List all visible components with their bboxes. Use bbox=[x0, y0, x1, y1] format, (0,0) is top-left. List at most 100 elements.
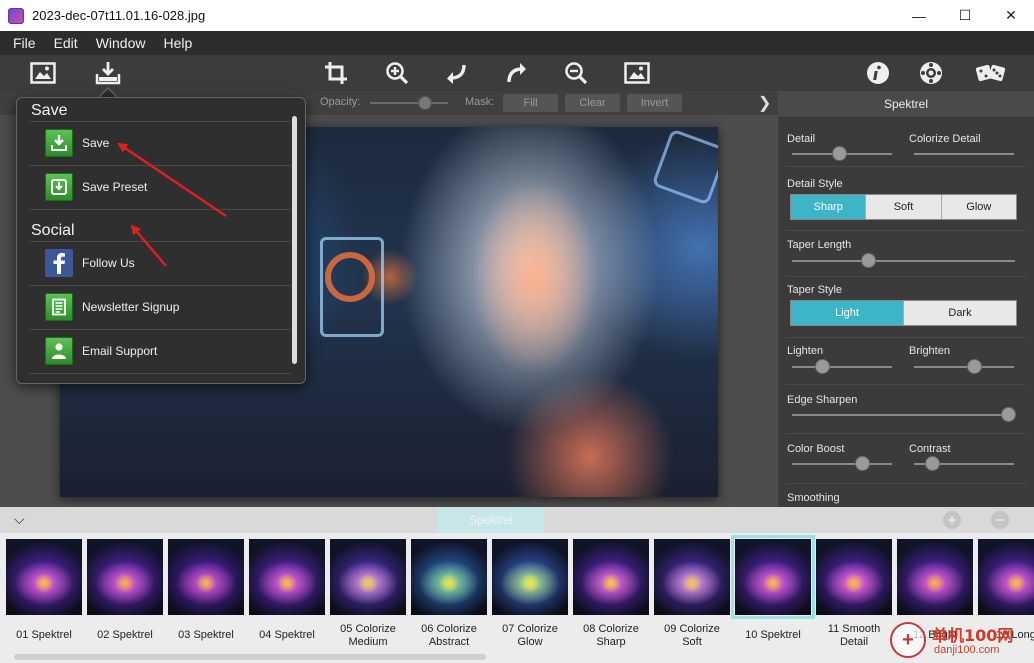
preset-thumbnail[interactable] bbox=[87, 539, 163, 615]
preset-caption: 11 Smooth Detail bbox=[814, 623, 894, 649]
detail-slider-knob[interactable] bbox=[832, 146, 847, 161]
preset-tab-spektrel[interactable]: Spektrel bbox=[438, 507, 544, 533]
settings-panel: Detail Colorize Detail Detail Style Shar… bbox=[778, 118, 1034, 507]
edge-sharpen-slider[interactable] bbox=[792, 414, 1015, 416]
opacity-slider-knob[interactable] bbox=[417, 96, 432, 110]
preset-thumbnail[interactable] bbox=[492, 539, 568, 615]
detail-style-selector: Sharp Soft Glow bbox=[790, 194, 1017, 220]
minimize-button[interactable]: — bbox=[896, 0, 942, 31]
save-icon[interactable] bbox=[94, 59, 122, 87]
preset-thumbnail[interactable] bbox=[249, 539, 325, 615]
zoom-out-icon[interactable] bbox=[562, 59, 590, 87]
preset-thumbnail[interactable] bbox=[411, 539, 487, 615]
preset-caption-line1: 07 Colorize bbox=[502, 623, 558, 635]
close-button[interactable]: ✕ bbox=[988, 0, 1034, 31]
lighten-slider[interactable] bbox=[792, 366, 892, 368]
menu-help[interactable]: Help bbox=[154, 35, 201, 51]
save-preset-icon bbox=[45, 173, 73, 201]
colorize-detail-slider[interactable] bbox=[914, 153, 1014, 155]
menu-bar: File Edit Window Help bbox=[0, 31, 1034, 55]
detail-style-soft[interactable]: Soft bbox=[866, 195, 942, 219]
opacity-label: Opacity: bbox=[320, 96, 361, 108]
menu-newsletter-signup[interactable]: Newsletter Signup bbox=[45, 285, 291, 329]
taper-style-dark[interactable]: Dark bbox=[904, 301, 1016, 325]
preset-caption: 02 Spektrel bbox=[85, 629, 165, 642]
preset-thumbnail[interactable] bbox=[731, 535, 815, 619]
taper-length-slider-knob[interactable] bbox=[860, 253, 876, 268]
brighten-slider[interactable] bbox=[914, 366, 1014, 368]
info-icon[interactable] bbox=[864, 59, 892, 87]
mask-label: Mask: bbox=[465, 96, 495, 108]
open-image-icon[interactable] bbox=[29, 59, 57, 87]
taper-length-label: Taper Length bbox=[787, 239, 852, 251]
preset-thumbnail[interactable] bbox=[897, 539, 973, 615]
popup-scrollbar[interactable] bbox=[292, 116, 297, 364]
mask-fill-button[interactable]: Fill bbox=[503, 94, 558, 112]
settings-icon[interactable] bbox=[917, 59, 945, 87]
toolbar bbox=[0, 55, 1034, 91]
preset-caption-line1: 11 Smooth bbox=[827, 623, 881, 635]
edge-sharpen-slider-knob[interactable] bbox=[1001, 407, 1017, 422]
menu-save[interactable]: Save bbox=[45, 121, 291, 165]
maximize-button[interactable]: ☐ bbox=[942, 0, 988, 31]
undo-icon[interactable] bbox=[442, 59, 470, 87]
preset-caption-line1: 10 Spektrel bbox=[745, 629, 801, 641]
taper-style-selector: Light Dark bbox=[790, 300, 1017, 326]
person-icon bbox=[45, 337, 73, 365]
preset-caption-line2: Abstract bbox=[428, 636, 470, 648]
color-boost-slider[interactable] bbox=[792, 463, 892, 465]
fit-image-icon[interactable] bbox=[623, 59, 651, 87]
preset-caption-line1: 04 Spektrel bbox=[259, 629, 315, 641]
taper-length-slider[interactable] bbox=[792, 260, 1015, 262]
menu-save-preset-label: Save Preset bbox=[82, 180, 148, 194]
preset-caption: 04 Spektrel bbox=[247, 629, 327, 642]
preset-thumbnail[interactable] bbox=[654, 539, 730, 615]
preset-thumbnail[interactable] bbox=[6, 539, 82, 615]
remove-preset-button[interactable]: − bbox=[991, 511, 1009, 529]
watermark-mark: + bbox=[890, 622, 926, 658]
chevron-down-icon[interactable]: ⌵ bbox=[14, 511, 25, 528]
preset-caption-line2: Sharp bbox=[596, 636, 626, 648]
newsletter-icon bbox=[45, 293, 73, 321]
preset-thumbnail[interactable] bbox=[978, 539, 1034, 615]
contrast-slider-knob[interactable] bbox=[925, 456, 940, 471]
randomize-icon[interactable] bbox=[975, 59, 1007, 87]
menu-file[interactable]: File bbox=[4, 35, 45, 51]
opacity-slider[interactable] bbox=[370, 102, 448, 104]
color-boost-slider-knob[interactable] bbox=[855, 456, 870, 471]
preset-thumbnail[interactable] bbox=[330, 539, 406, 615]
menu-follow-us[interactable]: Follow Us bbox=[45, 241, 291, 285]
taper-style-label: Taper Style bbox=[787, 284, 843, 296]
preset-caption: 10 Spektrel bbox=[733, 629, 813, 642]
menu-save-preset[interactable]: Save Preset bbox=[45, 165, 291, 209]
chevron-right-icon[interactable]: ❯ bbox=[758, 93, 771, 113]
preset-thumbnail[interactable] bbox=[573, 539, 649, 615]
social-section-title: Social bbox=[31, 222, 75, 239]
add-preset-button[interactable]: + bbox=[943, 511, 961, 529]
redo-icon[interactable] bbox=[503, 59, 531, 87]
save-section-title: Save bbox=[31, 102, 68, 119]
preset-filmstrip: 01 Spektrel 02 Spektrel 03 Spektrel 04 Spek… bbox=[0, 533, 1034, 663]
brighten-slider-knob[interactable] bbox=[967, 359, 982, 374]
filmstrip-scrollbar[interactable] bbox=[14, 654, 486, 660]
brighten-label: Brighten bbox=[909, 345, 950, 357]
preset-thumbnail[interactable] bbox=[168, 539, 244, 615]
menu-edit[interactable]: Edit bbox=[45, 35, 87, 51]
detail-style-sharp[interactable]: Sharp bbox=[791, 195, 867, 219]
zoom-in-icon[interactable] bbox=[383, 59, 411, 87]
window-controls: — ☐ ✕ bbox=[896, 0, 1034, 31]
menu-window[interactable]: Window bbox=[87, 35, 155, 51]
window-title: 2023-dec-07t11.01.16-028.jpg bbox=[32, 8, 206, 23]
lighten-slider-knob[interactable] bbox=[815, 359, 830, 374]
preset-caption-line1: 02 Spektrel bbox=[97, 629, 153, 641]
mask-invert-button[interactable]: Invert bbox=[627, 94, 682, 112]
crop-icon[interactable] bbox=[322, 59, 350, 87]
taper-style-light[interactable]: Light bbox=[791, 301, 904, 325]
detail-style-glow[interactable]: Glow bbox=[942, 195, 1016, 219]
menu-email-support[interactable]: Email Support bbox=[45, 329, 291, 373]
title-bar: 2023-dec-07t11.01.16-028.jpg — ☐ ✕ bbox=[0, 0, 1034, 31]
preset-thumbnail[interactable] bbox=[816, 539, 892, 615]
preset-caption-line1: 08 Colorize bbox=[583, 623, 639, 635]
mask-clear-button[interactable]: Clear bbox=[565, 94, 620, 112]
watermark-url: danji100.com bbox=[934, 644, 1000, 656]
